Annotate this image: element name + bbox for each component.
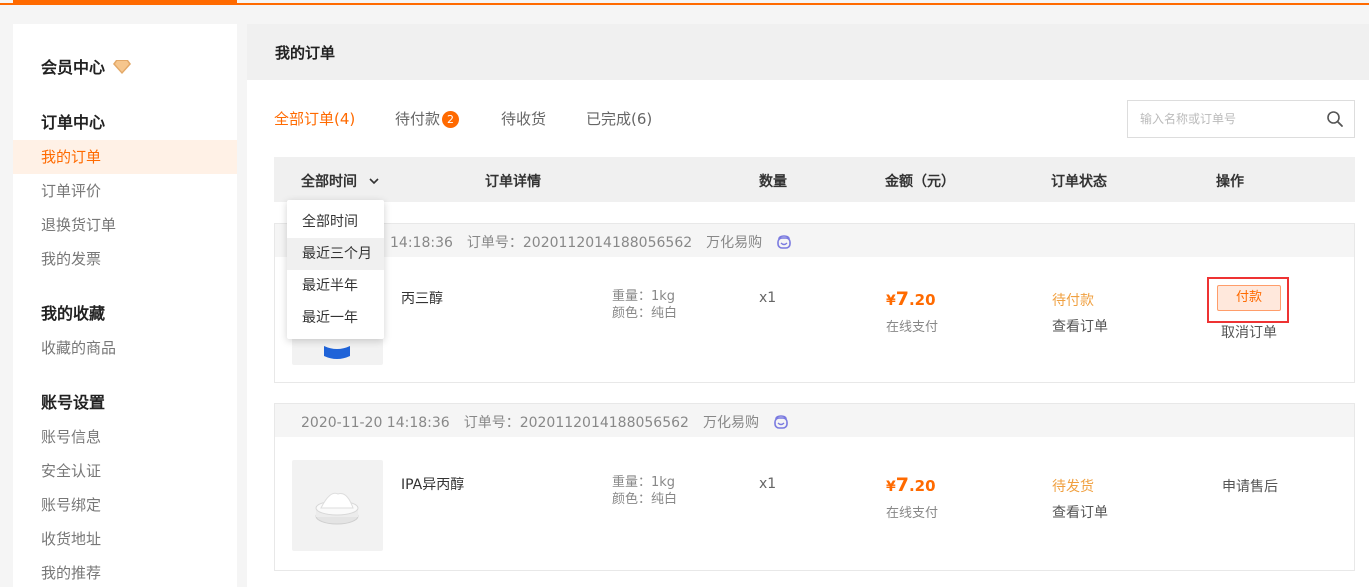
cancel-order-link[interactable]: 取消订单: [1221, 322, 1277, 342]
favorites-title: 我的收藏: [41, 304, 106, 323]
product-image: [315, 492, 359, 525]
tab-pending-payment[interactable]: 待付款 2: [395, 108, 460, 129]
tab-all-orders[interactable]: 全部订单(4): [274, 108, 355, 129]
sidebar-item-account-binding[interactable]: 账号绑定: [13, 488, 237, 522]
product-thumbnail[interactable]: [292, 460, 383, 551]
chevron-down-icon: [369, 178, 379, 185]
sidebar-item-addresses[interactable]: 收货地址: [13, 522, 237, 556]
time-option-6-months[interactable]: 最近半年: [287, 270, 384, 302]
header-action: 操作: [1216, 174, 1244, 190]
time-option-all[interactable]: 全部时间: [287, 206, 384, 238]
sidebar-item-favorite-products[interactable]: 收藏的商品: [13, 331, 237, 365]
pay-button[interactable]: 付款: [1217, 285, 1281, 311]
page-title: 我的订单: [275, 44, 336, 62]
order-card: 2020-11-20 14:18:36 订单号：20201120141880565…: [274, 403, 1355, 571]
search-box: [1127, 100, 1355, 138]
shop-name: 万化易购: [706, 235, 763, 251]
order-price: ¥7.20: [886, 474, 936, 496]
shop-name: 万化易购: [702, 415, 759, 431]
order-card: 14:18:36 订单号：2020112014188056562 万化易购 丙三醇 …: [274, 223, 1355, 383]
header-status: 订单状态: [1051, 174, 1107, 190]
sidebar-item-recommendations[interactable]: 我的推荐: [13, 556, 237, 587]
product-color: 颜色：纯白: [612, 306, 678, 321]
sidebar-item-order-reviews[interactable]: 订单评价: [13, 174, 237, 208]
view-order-link[interactable]: 查看订单: [1052, 502, 1108, 522]
product-weight: 重量：1kg: [612, 475, 676, 490]
order-meta: 2020-11-20 14:18:36 订单号：20201120141880565…: [301, 412, 789, 432]
order-time: 2020-11-20 14:18:36: [301, 415, 450, 431]
main-header: 我的订单: [247, 24, 1369, 80]
view-order-link[interactable]: 查看订单: [1052, 316, 1108, 336]
sidebar-item-account-info[interactable]: 账号信息: [13, 420, 237, 454]
after-sales-link[interactable]: 申请售后: [1222, 476, 1278, 496]
order-meta: 14:18:36 订单号：2020112014188056562 万化易购: [390, 232, 792, 252]
top-nav-bar: [0, 0, 1369, 5]
time-option-3-months[interactable]: 最近三个月: [287, 238, 384, 270]
order-number: 订单号：2020112014188056562: [466, 235, 693, 251]
order-number: 订单号：2020112014188056562: [463, 415, 689, 431]
header-order-detail: 订单详情: [485, 174, 541, 190]
customer-service-icon[interactable]: [773, 413, 789, 429]
time-option-1-year[interactable]: 最近一年: [287, 302, 384, 334]
product-weight: 重量：1kg: [612, 289, 676, 304]
sidebar-item-my-orders[interactable]: 我的订单: [13, 140, 237, 174]
header-quantity: 数量: [759, 174, 787, 190]
main-panel: 我的订单 全部订单(4) 待付款2 待收货 已完成(6) 全部时间 订单详情 数…: [247, 24, 1369, 587]
order-time: 14:18:36: [390, 235, 453, 251]
product-spec: 重量：1kg 颜色：纯白: [612, 474, 677, 508]
top-nav-active-indicator: [13, 0, 237, 5]
payment-method: 在线支付: [886, 506, 939, 521]
payment-method: 在线支付: [886, 320, 939, 335]
header-amount: 金额（元）: [885, 174, 955, 190]
tab-completed[interactable]: 已完成(6): [586, 108, 652, 129]
order-price: ¥7.20: [886, 288, 936, 310]
sidebar: 会员中心 订单中心 我的订单 订单评价 退换货订单 我的发票 我的收藏 收藏的商…: [13, 24, 237, 587]
time-filter-dropdown: 全部时间 最近三个月 最近半年 最近一年: [287, 200, 384, 339]
product-color: 颜色：纯白: [612, 492, 678, 507]
account-settings-title: 账号设置: [41, 393, 106, 412]
order-status: 待付款: [1052, 293, 1094, 309]
product-name[interactable]: 丙三醇: [401, 288, 443, 308]
member-center-title[interactable]: 会员中心: [41, 54, 132, 78]
order-center-title: 订单中心: [41, 113, 106, 132]
order-quantity: x1: [759, 290, 777, 306]
diamond-icon: [113, 60, 132, 74]
product-name[interactable]: IPA异丙醇: [401, 474, 464, 494]
time-filter-select[interactable]: 全部时间: [301, 171, 380, 191]
customer-service-icon[interactable]: [776, 233, 792, 249]
member-center-label: 会员中心: [41, 58, 106, 77]
order-card-header: 14:18:36 订单号：2020112014188056562 万化易购: [275, 224, 1354, 257]
order-status: 待发货: [1052, 479, 1094, 495]
sidebar-item-returns[interactable]: 退换货订单: [13, 208, 237, 242]
time-filter-label: 全部时间: [301, 174, 357, 190]
order-quantity: x1: [759, 476, 777, 492]
search-icon[interactable]: [1326, 110, 1344, 128]
sidebar-item-security[interactable]: 安全认证: [13, 454, 237, 488]
tab-pending-payment-label: 待付款: [395, 110, 441, 128]
search-input[interactable]: [1128, 101, 1318, 137]
sidebar-item-invoices[interactable]: 我的发票: [13, 242, 237, 276]
count-badge: 2: [442, 111, 460, 128]
order-table-header: 全部时间 订单详情 数量 金额（元） 订单状态 操作: [274, 157, 1355, 202]
product-spec: 重量：1kg 颜色：纯白: [612, 288, 677, 322]
order-card-header: 2020-11-20 14:18:36 订单号：20201120141880565…: [275, 404, 1354, 437]
tab-pending-receipt[interactable]: 待收货: [501, 108, 546, 129]
